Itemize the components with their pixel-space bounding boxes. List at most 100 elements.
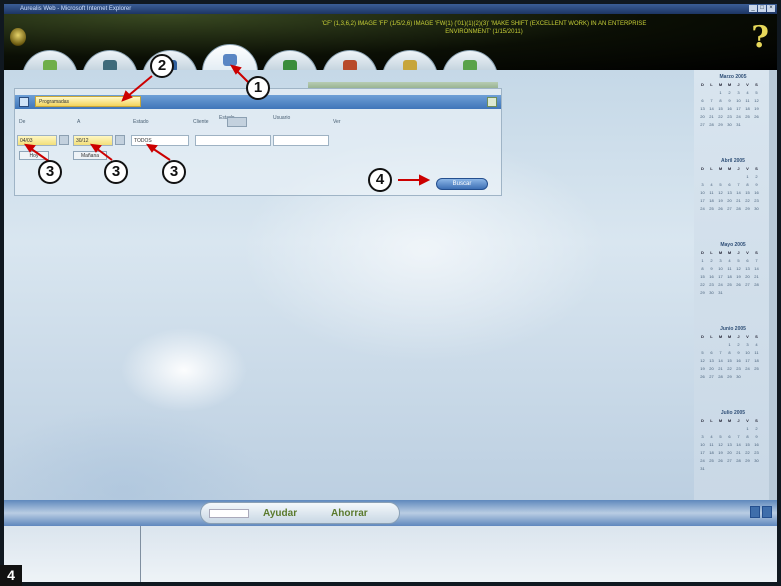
calendar-date[interactable]: 10 xyxy=(716,265,725,272)
calendar-date[interactable]: 1 xyxy=(743,173,752,180)
calendar-date[interactable]: 21 xyxy=(734,449,743,456)
calendar-date[interactable]: 4 xyxy=(707,181,716,188)
calendar-date[interactable]: 31 xyxy=(734,121,743,128)
calendar-date[interactable]: 14 xyxy=(716,357,725,364)
calendar-date[interactable]: 7 xyxy=(707,97,716,104)
calendar-date[interactable]: 30 xyxy=(752,457,761,464)
calendar-date[interactable]: 14 xyxy=(734,189,743,196)
calendar-date[interactable]: 16 xyxy=(725,105,734,112)
calendar-date[interactable]: 19 xyxy=(698,365,707,372)
calendar-date[interactable]: 19 xyxy=(716,197,725,204)
calendar-date[interactable]: 23 xyxy=(752,449,761,456)
calendar-date[interactable]: 15 xyxy=(743,441,752,448)
tomorrow-button[interactable]: Mañana xyxy=(73,151,107,160)
help-icon[interactable]: ? xyxy=(751,20,769,55)
calendar-date[interactable]: 13 xyxy=(725,189,734,196)
calendar-date[interactable]: 6 xyxy=(725,433,734,440)
calendar-date[interactable]: 18 xyxy=(725,273,734,280)
calendar-date[interactable]: 4 xyxy=(725,257,734,264)
calendar-date[interactable]: 24 xyxy=(698,457,707,464)
calendar-date[interactable]: 25 xyxy=(743,113,752,120)
calendar-date[interactable]: 2 xyxy=(725,89,734,96)
date-to-field[interactable]: 30/12 xyxy=(73,135,113,146)
calendar-date[interactable]: 13 xyxy=(743,265,752,272)
calendar-date[interactable]: 27 xyxy=(743,281,752,288)
calendar-date[interactable]: 24 xyxy=(698,205,707,212)
calendar-date[interactable]: 23 xyxy=(707,281,716,288)
calendar-date[interactable]: 28 xyxy=(707,121,716,128)
calendar-date[interactable]: 17 xyxy=(743,357,752,364)
calendar-date[interactable]: 2 xyxy=(707,257,716,264)
calendar-date[interactable]: 20 xyxy=(707,365,716,372)
calendar-date[interactable]: 29 xyxy=(725,373,734,380)
calendar-date[interactable]: 8 xyxy=(743,181,752,188)
calendar-date[interactable]: 20 xyxy=(743,273,752,280)
calendar-date[interactable]: 11 xyxy=(707,189,716,196)
client-field[interactable] xyxy=(195,135,271,146)
calendar-date[interactable]: 26 xyxy=(716,205,725,212)
calendar-date[interactable]: 12 xyxy=(716,441,725,448)
calendar-date[interactable]: 30 xyxy=(707,289,716,296)
minimize-button[interactable]: _ xyxy=(749,5,757,12)
calendar-date[interactable]: 23 xyxy=(752,197,761,204)
date-from-field[interactable]: 04/03 xyxy=(17,135,57,146)
calendar-date[interactable]: 7 xyxy=(734,433,743,440)
calendar-date[interactable]: 21 xyxy=(752,273,761,280)
calendar-date[interactable]: 22 xyxy=(725,365,734,372)
calendar-date[interactable]: 25 xyxy=(707,457,716,464)
calendar-date[interactable]: 17 xyxy=(698,197,707,204)
calendar-date[interactable]: 28 xyxy=(716,373,725,380)
calendar-date[interactable]: 16 xyxy=(752,189,761,196)
save-link[interactable]: Ahorrar xyxy=(331,508,368,519)
calendar-date[interactable]: 6 xyxy=(725,181,734,188)
calendar-date[interactable]: 9 xyxy=(752,181,761,188)
calendar-date[interactable]: 9 xyxy=(752,433,761,440)
calendar-date[interactable]: 25 xyxy=(725,281,734,288)
nav-prev-button[interactable] xyxy=(750,506,760,518)
calendar-date[interactable]: 16 xyxy=(707,273,716,280)
calendar-date[interactable]: 1 xyxy=(725,341,734,348)
calendar-date[interactable]: 8 xyxy=(743,433,752,440)
calendar-date[interactable]: 7 xyxy=(752,257,761,264)
calendar-date[interactable]: 19 xyxy=(734,273,743,280)
help-link[interactable]: Ayudar xyxy=(263,508,297,519)
calendar-date[interactable]: 28 xyxy=(734,457,743,464)
calendar-date[interactable]: 11 xyxy=(707,441,716,448)
sidebar-scrollbar[interactable] xyxy=(769,70,777,500)
calendar-date[interactable]: 11 xyxy=(743,97,752,104)
calendar-date[interactable]: 22 xyxy=(743,449,752,456)
client-picker-button[interactable] xyxy=(227,117,247,127)
bottom-nav-input[interactable] xyxy=(209,509,249,518)
calendar-date[interactable]: 18 xyxy=(752,357,761,364)
calendar-date[interactable]: 12 xyxy=(752,97,761,104)
calendar-date[interactable]: 21 xyxy=(734,197,743,204)
calendar-date[interactable]: 13 xyxy=(707,357,716,364)
calendar-date[interactable]: 29 xyxy=(743,457,752,464)
task-type-select[interactable]: Programadas xyxy=(35,96,141,107)
calendar-date[interactable]: 10 xyxy=(743,349,752,356)
calendar-date[interactable]: 17 xyxy=(698,449,707,456)
calendar-date[interactable]: 1 xyxy=(743,425,752,432)
calendar-date[interactable]: 10 xyxy=(698,189,707,196)
calendar-date[interactable]: 27 xyxy=(698,121,707,128)
calendar-date[interactable]: 28 xyxy=(752,281,761,288)
calendar-date[interactable]: 6 xyxy=(698,97,707,104)
calendar-date[interactable]: 5 xyxy=(752,89,761,96)
maximize-button[interactable]: □ xyxy=(758,5,766,12)
calendar-date[interactable]: 9 xyxy=(707,265,716,272)
calendar-date[interactable]: 29 xyxy=(698,289,707,296)
state-field[interactable]: TODOS xyxy=(131,135,189,146)
panel-close-icon[interactable] xyxy=(487,97,497,107)
calendar-date[interactable]: 30 xyxy=(752,205,761,212)
calendar-date[interactable]: 29 xyxy=(743,205,752,212)
calendar-date[interactable]: 4 xyxy=(752,341,761,348)
calendar-date[interactable]: 27 xyxy=(725,205,734,212)
calendar-date[interactable]: 2 xyxy=(752,425,761,432)
calendar-date[interactable]: 9 xyxy=(734,349,743,356)
calendar-date[interactable]: 15 xyxy=(743,189,752,196)
calendar-date[interactable]: 31 xyxy=(698,465,707,472)
calendar-date[interactable]: 12 xyxy=(716,189,725,196)
calendar-date[interactable]: 23 xyxy=(734,365,743,372)
search-button[interactable]: Buscar xyxy=(436,178,488,190)
calendar-date[interactable]: 7 xyxy=(734,181,743,188)
